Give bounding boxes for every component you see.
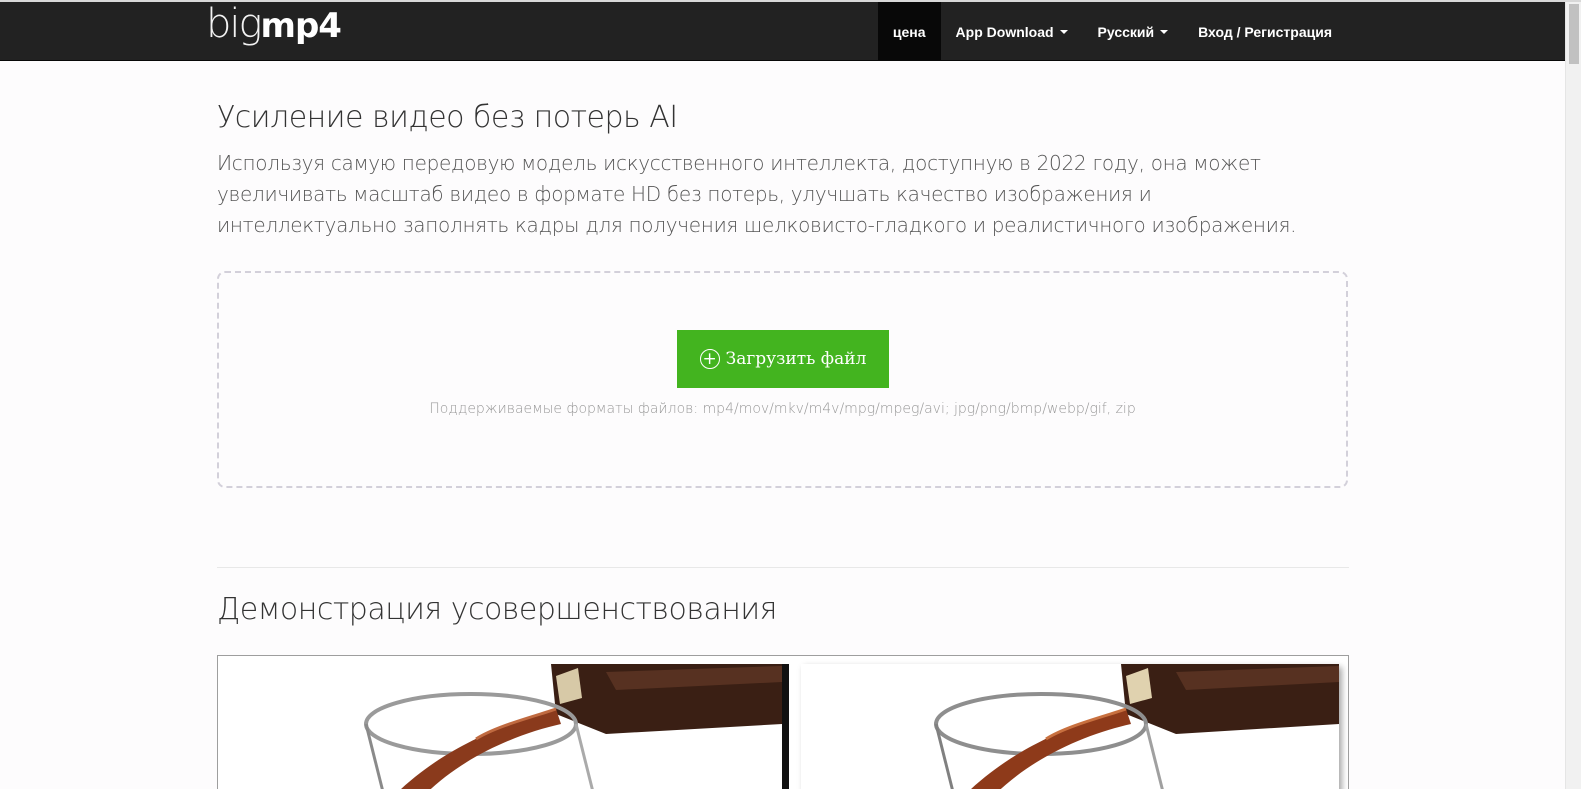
- nav-item-login-register-label: Вход / Регистрация: [1198, 23, 1332, 40]
- top-navbar: big mp4 цена App Download Русский Вход / …: [0, 2, 1565, 61]
- nav-item-login-register[interactable]: Вход / Регистрация: [1183, 2, 1347, 61]
- nav-menu: цена App Download Русский Вход / Регистр…: [877, 2, 1347, 61]
- supported-formats-text: Поддерживаемые форматы файлов: mp4/mov/m…: [429, 401, 1136, 417]
- file-drop-zone[interactable]: + Загрузить файл Поддерживаемые форматы …: [217, 271, 1348, 488]
- demo-image-before: [226, 664, 782, 789]
- glass-pour-image-before: [226, 664, 782, 789]
- page-scrollbar[interactable]: [1565, 2, 1581, 789]
- upload-file-button[interactable]: + Загрузить файл: [677, 330, 889, 388]
- demo-comparison: [217, 655, 1349, 789]
- bigmp4-logo[interactable]: big mp4: [206, 1, 342, 58]
- nav-item-price[interactable]: цена: [877, 2, 941, 61]
- nav-item-app-download-label: App Download: [955, 23, 1054, 40]
- nav-item-price-label: цена: [892, 23, 926, 40]
- logo-big-text: big: [206, 1, 262, 47]
- nav-item-app-download[interactable]: App Download: [941, 2, 1083, 61]
- demo-image-after: [801, 664, 1339, 789]
- nav-item-language[interactable]: Русский: [1083, 2, 1184, 61]
- comparison-separator: [782, 664, 789, 789]
- caret-down-icon: [1059, 29, 1068, 34]
- upload-file-button-label: Загрузить файл: [725, 349, 867, 369]
- page-title: Усиление видео без потерь AI: [217, 100, 678, 135]
- demo-section-title: Демонстрация усовершенствования: [217, 592, 777, 627]
- caret-down-icon: [1160, 29, 1169, 34]
- scrollbar-thumb[interactable]: [1569, 4, 1579, 64]
- plus-circle-icon: +: [699, 349, 720, 369]
- nav-item-language-label: Русский: [1097, 23, 1155, 40]
- logo-mp4-text: mp4: [260, 6, 342, 46]
- glass-pour-image-after: [801, 664, 1339, 789]
- page-description: Используя самую передовую модель искусст…: [217, 151, 1297, 237]
- section-divider: [217, 567, 1349, 568]
